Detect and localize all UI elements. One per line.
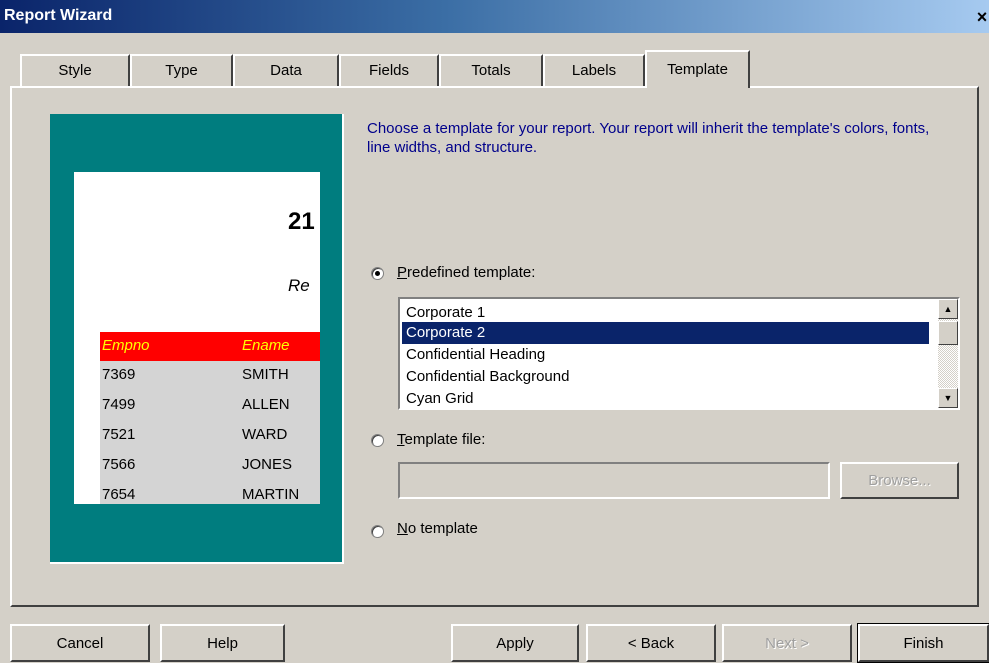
mnemonic-p: P: [397, 264, 408, 281]
list-scrollbar[interactable]: ▲ ▼: [938, 299, 958, 408]
preview-row: 7566 JONES: [100, 451, 320, 481]
preview-row: 7499 ALLEN: [100, 391, 320, 421]
apply-button[interactable]: Apply: [451, 624, 579, 662]
label-rest: o template: [407, 520, 478, 537]
template-file-radio[interactable]: [371, 434, 384, 447]
preview-column-ename: Ename: [242, 337, 290, 354]
preview-cell: WARD: [242, 426, 288, 443]
tab-style[interactable]: Style: [20, 54, 130, 86]
template-file-field[interactable]: [398, 462, 830, 499]
list-item[interactable]: Cyan Grid: [406, 388, 929, 408]
tab-totals[interactable]: Totals: [439, 54, 543, 86]
scroll-thumb[interactable]: [938, 321, 958, 345]
tab-fields[interactable]: Fields: [339, 54, 439, 86]
preview-cell: ALLEN: [242, 396, 290, 413]
title-bar: Report Wizard ×: [0, 0, 989, 33]
preview-cell: MARTIN: [242, 486, 300, 503]
preview-cell: 7369: [102, 366, 136, 383]
mnemonic-t: T: [397, 431, 405, 448]
preview-row: 7654 MARTIN: [100, 481, 320, 504]
label-rest: emplate file:: [404, 431, 486, 448]
predefined-template-label[interactable]: Predefined template:: [397, 264, 535, 281]
preview-header-row: Empno Ename: [100, 332, 320, 361]
next-button[interactable]: Next >: [722, 624, 852, 662]
preview-subtitle: Re: [288, 276, 310, 295]
tab-data[interactable]: Data: [233, 54, 339, 86]
preview-row: 7369 SMITH: [100, 361, 320, 391]
label-rest: redefined template:: [407, 264, 536, 281]
back-button[interactable]: < Back: [586, 624, 716, 662]
instructions-text: Choose a template for your report. Your …: [367, 120, 930, 156]
window-title: Report Wizard: [4, 7, 113, 24]
list-item-selected[interactable]: Corporate 2: [401, 321, 930, 345]
predefined-template-radio[interactable]: [371, 267, 384, 280]
preview-cell: 7521: [102, 426, 136, 443]
preview-cell: JONES: [242, 456, 293, 473]
scroll-down-arrow-icon[interactable]: ▼: [938, 388, 958, 408]
preview-page: 21 Re Empno Ename 7369 SMITH 7499 ALLEN …: [74, 172, 320, 504]
cancel-button[interactable]: Cancel: [10, 624, 150, 662]
tab-type[interactable]: Type: [130, 54, 233, 86]
browse-button[interactable]: Browse...: [840, 462, 959, 499]
list-item[interactable]: Confidential Heading: [406, 344, 929, 366]
template-preview: 21 Re Empno Ename 7369 SMITH 7499 ALLEN …: [50, 114, 344, 564]
no-template-label[interactable]: No template: [397, 520, 478, 537]
preview-cell: 7499: [102, 396, 136, 413]
preview-table: 7369 SMITH 7499 ALLEN 7521 WARD 7566 JON…: [100, 361, 320, 504]
close-icon[interactable]: ×: [975, 8, 989, 26]
finish-button[interactable]: Finish: [857, 623, 989, 663]
preview-cell: 7566: [102, 456, 136, 473]
no-template-radio[interactable]: [371, 525, 384, 538]
preview-title: 21: [288, 208, 315, 235]
list-item[interactable]: Corporate 1: [406, 302, 929, 324]
preview-cell: SMITH: [242, 366, 289, 383]
scroll-up-arrow-icon[interactable]: ▲: [938, 299, 958, 319]
tab-labels[interactable]: Labels: [543, 54, 645, 86]
template-listbox[interactable]: Corporate 1 Corporate 2 Confidential Hea…: [398, 297, 960, 410]
list-item[interactable]: Confidential Background: [406, 366, 929, 388]
help-button[interactable]: Help: [160, 624, 285, 662]
tab-strip: Style Type Data Fields Totals Labels Tem…: [0, 50, 989, 88]
mnemonic-n: N: [397, 520, 408, 537]
preview-column-empno: Empno: [102, 337, 150, 354]
template-file-label[interactable]: Template file:: [397, 431, 485, 448]
tab-template[interactable]: Template: [645, 50, 750, 88]
preview-row: 7521 WARD: [100, 421, 320, 451]
preview-cell: 7654: [102, 486, 136, 503]
